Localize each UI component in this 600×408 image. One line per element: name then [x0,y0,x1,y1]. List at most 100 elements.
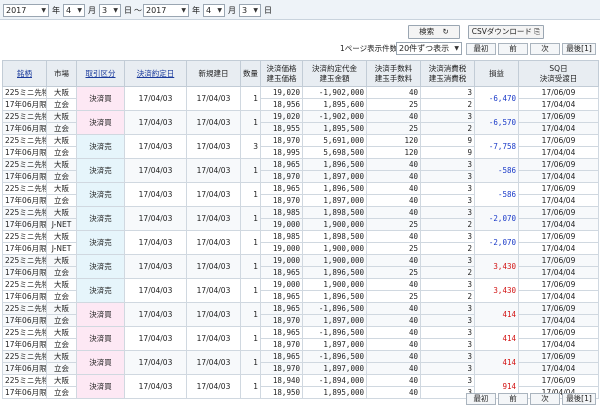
open-price-cell: 18,970 [260,362,303,375]
col-qty: 数量 [240,60,261,87]
delivery-date-cell: 17/04/04 [518,266,599,279]
settle-price-cell: 18,940 [260,374,303,387]
open-date-cell: 17/04/03 [186,350,241,375]
col-trade-type[interactable]: 取引区分 [76,60,125,87]
table-row: 225ミニ先物 大阪 決済買 17/04/03 17/04/03 1 19,020 -1,90… [2,110,599,135]
open-amount-cell: 5,698,500 [302,146,367,159]
sq-date-cell: 17/06/09 [518,350,599,363]
range-separator: ～ [134,6,142,15]
symbol-cell: 225ミニ先物 [2,134,47,147]
from-month-select[interactable]: 4 ▼ [63,4,85,17]
trade-type-cell: 決済売 [76,254,125,279]
prev-page-button-bottom[interactable]: 前 [498,393,528,405]
settle-date-cell: 17/04/03 [124,110,187,135]
col-amount: 決済約定代金 建玉金額 [302,60,367,87]
market-cell: 大阪 [46,302,77,315]
market-cell: 大阪 [46,326,77,339]
pnl-cell: 414 [474,350,519,375]
settle-date-cell: 17/04/03 [124,278,187,303]
open-amount-cell: 1,897,000 [302,314,367,327]
trade-type-cell: 決済売 [76,182,125,207]
settle-date-cell: 17/04/03 [124,182,187,207]
symbol-month-cell: 17年06月限 [2,170,47,183]
open-fee-cell: 40 [366,314,421,327]
settle-amount-cell: 1,896,500 [302,158,367,171]
delivery-date-cell: 17/04/04 [518,98,599,111]
sq-date-cell: 17/06/09 [518,110,599,123]
table-row: 225ミニ先物 大阪 決済買 17/04/03 17/04/03 1 18,940 -1,89… [2,374,599,399]
per-page-select[interactable]: 20件ずつ表示 ▼ [396,42,462,55]
settle-amount-cell: 1,900,000 [302,254,367,267]
open-tax-cell: 2 [420,98,475,111]
delivery-date-cell: 17/04/04 [518,122,599,135]
settle-tax-cell: 3 [420,86,475,99]
open-tax-cell: 2 [420,242,475,255]
settle-tax-cell: 3 [420,302,475,315]
settle-amount-cell: -1,902,000 [302,86,367,99]
open-amount-cell: 1,900,000 [302,218,367,231]
open-tax-cell: 3 [420,170,475,183]
open-tax-cell: 2 [420,122,475,135]
col-symbol[interactable]: 銘柄 [2,60,47,87]
trade-type-cell: 決済売 [76,134,125,159]
table-row: 225ミニ先物 大阪 決済買 17/04/03 17/04/03 1 19,020 -1,90… [2,86,599,111]
qty-cell: 1 [240,206,261,231]
settle-price-cell: 18,965 [260,302,303,315]
col-pnl: 損益 [474,60,519,87]
settle-price-cell: 19,020 [260,110,303,123]
chevron-down-icon: ▼ [217,7,222,14]
market-session-cell: 立会 [46,266,77,279]
trade-type-cell: 決済買 [76,350,125,375]
open-fee-cell: 25 [366,266,421,279]
to-day-select[interactable]: 3 ▼ [239,4,261,17]
last-page-button-bottom[interactable]: 最後[1] [562,393,596,405]
settle-price-cell: 19,020 [260,86,303,99]
symbol-cell: 225ミニ先物 [2,326,47,339]
next-page-button[interactable]: 次 [530,43,560,55]
market-cell: 大阪 [46,230,77,243]
settle-amount-cell: 1,898,500 [302,230,367,243]
table-row: 225ミニ先物 大阪 決済売 17/04/03 17/04/03 1 18,985 1,898… [2,206,599,231]
open-date-cell: 17/04/03 [186,110,241,135]
settle-price-cell: 18,985 [260,206,303,219]
settle-tax-cell: 9 [420,134,475,147]
qty-cell: 1 [240,326,261,351]
first-page-button-bottom[interactable]: 最初 [466,393,496,405]
sq-date-cell: 17/06/09 [518,206,599,219]
symbol-month-cell: 17年06月限 [2,194,47,207]
search-button[interactable]: 検索 ↻ [408,25,460,39]
settle-tax-cell: 3 [420,278,475,291]
market-session-cell: 立会 [46,98,77,111]
open-price-cell: 18,965 [260,266,303,279]
prev-page-button[interactable]: 前 [498,43,528,55]
csv-download-button[interactable]: CSVダウンロード ⎘ [468,25,544,39]
to-month-select[interactable]: 4 ▼ [203,4,225,17]
col-price: 決済価格 建玉価格 [260,60,303,87]
delivery-date-cell: 17/04/04 [518,218,599,231]
trade-type-cell: 決済買 [76,374,125,399]
market-cell: 大阪 [46,110,77,123]
open-price-cell: 18,950 [260,386,303,399]
chevron-down-icon: ▼ [113,7,118,14]
market-session-cell: 立会 [46,314,77,327]
settle-price-cell: 18,965 [260,182,303,195]
qty-cell: 1 [240,86,261,111]
symbol-month-cell: 17年06月限 [2,146,47,159]
market-session-cell: J-NET [46,242,77,255]
col-settle-date[interactable]: 決済約定日 [124,60,187,87]
next-page-button-bottom[interactable]: 次 [530,393,560,405]
first-page-button[interactable]: 最初 [466,43,496,55]
symbol-cell: 225ミニ先物 [2,302,47,315]
last-page-button[interactable]: 最後[1] [562,43,596,55]
open-amount-cell: 1,900,000 [302,242,367,255]
table-row: 225ミニ先物 大阪 決済売 17/04/03 17/04/03 1 19,000 1,900… [2,278,599,303]
qty-cell: 1 [240,278,261,303]
open-amount-cell: 1,895,600 [302,98,367,111]
from-day-select[interactable]: 3 ▼ [99,4,121,17]
search-button-label: 検索 [419,27,435,36]
to-year-select[interactable]: 2017 ▼ [143,4,189,17]
col-tax: 決済消費税 建玉消費税 [420,60,475,87]
from-year-select[interactable]: 2017 ▼ [3,4,49,17]
settle-fee-cell: 40 [366,374,421,387]
market-cell: 大阪 [46,134,77,147]
